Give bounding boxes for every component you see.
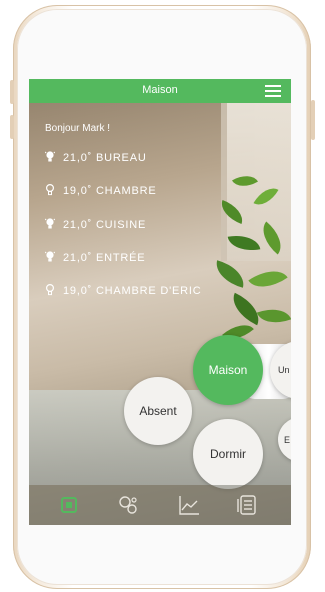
room-row[interactable]: 21,0˚ ENTRÉE xyxy=(44,251,146,264)
room-row[interactable]: 19,0˚ CHAMBRE D'ERIC xyxy=(45,283,202,297)
bulb-off-icon xyxy=(45,183,55,196)
room-temperature: 21,0˚ xyxy=(63,152,93,164)
volume-down-button xyxy=(10,115,14,139)
volume-up-button xyxy=(10,80,14,104)
list-icon[interactable] xyxy=(235,493,259,517)
mode-absent-button[interactable]: Absent xyxy=(124,377,192,445)
page-title: Maison xyxy=(142,84,178,96)
room-temperature: 21,0˚ xyxy=(63,252,93,264)
room-name: CHAMBRE D'ERIC xyxy=(95,285,202,297)
room-temperature: 21,0˚ xyxy=(63,219,93,231)
room-row[interactable]: 21,0˚ BUREAU xyxy=(44,151,147,164)
power-button xyxy=(311,100,315,140)
home-icon[interactable] xyxy=(57,493,81,517)
chart-icon[interactable] xyxy=(177,493,201,517)
bulb-on-icon xyxy=(44,218,56,229)
room-temperature: 19,0˚ xyxy=(63,285,93,297)
room-row[interactable]: 21,0˚ CUISINE xyxy=(44,218,147,231)
mode-dormir-button[interactable]: Dormir xyxy=(193,419,263,489)
room-row[interactable]: 19,0˚ CHAMBRE xyxy=(45,183,157,197)
room-name: CHAMBRE xyxy=(95,185,157,197)
greeting-text: Bonjour Mark ! xyxy=(45,123,111,134)
app-header: Maison xyxy=(29,79,291,103)
bulb-on-icon xyxy=(44,151,56,162)
bulb-off-icon xyxy=(45,283,55,296)
mode-maison-button[interactable]: Maison xyxy=(193,335,263,405)
room-temperature: 19,0˚ xyxy=(63,185,93,197)
bottom-navigation xyxy=(29,485,291,525)
room-name: BUREAU xyxy=(95,152,147,164)
bulb-on-icon xyxy=(44,251,56,262)
room-name: CUISINE xyxy=(95,219,147,231)
hamburger-menu-icon[interactable] xyxy=(265,85,281,97)
bubbles-icon[interactable] xyxy=(117,493,141,517)
app-screen: Maison Bonjour Mark ! 21,0˚ BUREAU 19,0˚… xyxy=(29,79,291,525)
room-name: ENTRÉE xyxy=(95,252,146,264)
